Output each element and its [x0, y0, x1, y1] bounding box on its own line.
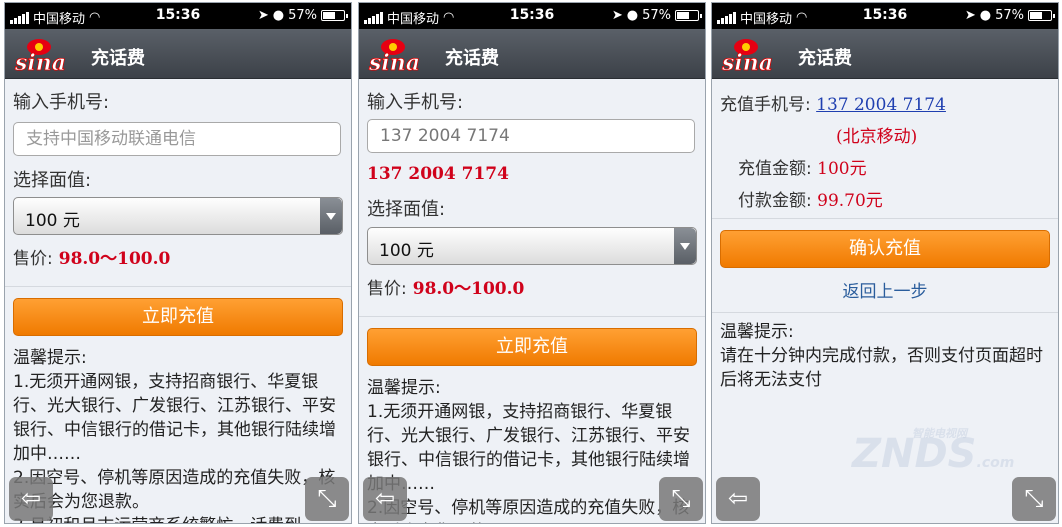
amount-row: 充值金额: 100元 — [738, 154, 867, 179]
carrier-value: (北京移动) — [836, 127, 918, 147]
page-title: 充话费 — [445, 48, 499, 69]
amount-selected-value: 100 元 — [25, 211, 80, 231]
price-label: 售价: — [367, 279, 407, 299]
phone-input[interactable]: 137 2004 7174 — [367, 119, 695, 153]
svg-text:sina: sina — [368, 50, 420, 75]
price-value: 98.0～100.0 — [58, 249, 171, 269]
amount-selected-value: 100 元 — [379, 241, 434, 261]
price-row: 售价: 98.0～100.0 — [13, 244, 170, 269]
arrow-left-icon: ⇦ — [374, 484, 396, 512]
tips-section: 温馨提示: 请在十分钟内完成付款，否则支付页面超时后将无法支付 — [720, 320, 1054, 392]
battery-icon — [321, 10, 348, 21]
back-button[interactable]: ⇦ — [363, 477, 407, 521]
watermark-suffix: .com — [976, 455, 1015, 471]
sina-logo: sina — [721, 39, 773, 75]
tip-item: 2.因空号、停机等原因造成的充值失败，核实后会为您退款。 — [367, 498, 689, 523]
recharge-button[interactable]: 立即充值 — [367, 328, 697, 366]
tip-item: 1.无须开通网银，支持招商银行、华夏银行、光大银行、广发银行、江苏银行、平安银行… — [13, 372, 336, 464]
app-header: sina 充话费 — [712, 29, 1058, 79]
divider — [359, 316, 705, 317]
tips-section: 温馨提示: 1.无须开通网银，支持招商银行、华夏银行、光大银行、广发银行、江苏银… — [367, 376, 703, 523]
pay-label: 付款金额: — [738, 191, 812, 211]
fullscreen-button[interactable]: ⤡ — [305, 477, 349, 521]
divider — [712, 218, 1058, 219]
tip-item: 3.月初和月末运营商系统繁忙，话费到 — [13, 514, 349, 523]
battery-percent: 57% — [995, 8, 1024, 23]
tip-item: 1.无须开通网银，支持招商银行、华夏银行、光大银行、广发银行、江苏银行、平安银行… — [367, 402, 690, 494]
amount-value: 100元 — [817, 159, 867, 179]
phone-label: 输入手机号: — [13, 92, 110, 113]
arrow-left-icon: ⇦ — [20, 484, 42, 512]
battery-percent: 57% — [642, 8, 671, 23]
recharge-button[interactable]: 立即充值 — [13, 298, 343, 336]
status-bar: 中国移动 ◠ 15:36 ➤ ● 57% — [5, 3, 351, 29]
amount-label: 选择面值: — [13, 170, 92, 191]
divider — [5, 286, 351, 287]
phone-link[interactable]: 137 2004 7174 — [816, 95, 946, 115]
znds-watermark: 智能电视网 ZNDS.com — [852, 427, 1015, 477]
battery-icon — [675, 10, 702, 21]
phone-label: 充值手机号: — [720, 95, 811, 115]
arrow-left-icon: ⇦ — [727, 484, 749, 512]
phone-screen-3: 中国移动 ◠ 15:36 ➤ ● 57% sina 充话费 充值手机号: 137… — [711, 2, 1059, 524]
tips-title: 温馨提示: — [13, 348, 87, 368]
svg-text:sina: sina — [14, 50, 66, 75]
alarm-icon: ● — [979, 8, 992, 23]
collapse-icon: ⤡ — [317, 484, 337, 512]
battery-icon — [1028, 10, 1055, 21]
back-button[interactable]: ⇦ — [716, 477, 760, 521]
amount-label: 选择面值: — [367, 199, 446, 220]
price-row: 售价: 98.0～100.0 — [367, 274, 524, 299]
chevron-down-icon — [674, 228, 696, 264]
amount-select[interactable]: 100 元 — [367, 227, 697, 265]
fullscreen-button[interactable]: ⤡ — [659, 477, 703, 521]
location-icon: ➤ — [611, 8, 623, 23]
back-step-link[interactable]: 返回上一步 — [712, 277, 1058, 302]
tips-title: 温馨提示: — [720, 322, 794, 342]
collapse-icon: ⤡ — [671, 484, 691, 512]
phone-label: 输入手机号: — [367, 92, 464, 113]
phone-confirm-text: 137 2004 7174 — [367, 164, 509, 184]
sina-logo: sina — [14, 39, 66, 75]
status-bar: 中国移动 ◠ 15:36 ➤ ● 57% — [712, 3, 1058, 29]
status-bar: 中国移动 ◠ 15:36 ➤ ● 57% — [359, 3, 705, 29]
amount-select[interactable]: 100 元 — [13, 197, 343, 235]
tip-item: 2.因空号、停机等原因造成的充值失败，核实后会为您退款。 — [13, 468, 336, 512]
pay-value: 99.70元 — [817, 191, 883, 211]
divider — [712, 312, 1058, 313]
confirm-recharge-button[interactable]: 确认充值 — [720, 230, 1050, 268]
phone-input[interactable]: 支持中国移动联通电信 — [13, 122, 341, 156]
pay-row: 付款金额: 99.70元 — [738, 186, 883, 211]
app-header: sina 充话费 — [359, 29, 705, 79]
fullscreen-button[interactable]: ⤡ — [1012, 477, 1056, 521]
tips-title: 温馨提示: — [367, 378, 441, 398]
page-title: 充话费 — [91, 48, 145, 69]
phone-screen-1: 中国移动 ◠ 15:36 ➤ ● 57% sina 充话费 输入手机号: 支持中… — [4, 2, 352, 524]
phone-row: 充值手机号: 137 2004 7174 — [720, 90, 946, 115]
sina-logo: sina — [368, 39, 420, 75]
price-value: 98.0～100.0 — [412, 279, 525, 299]
amount-label: 充值金额: — [738, 159, 812, 179]
alarm-icon: ● — [272, 8, 285, 23]
watermark-sub: 智能电视网 — [912, 427, 967, 440]
battery-percent: 57% — [288, 8, 317, 23]
app-header: sina 充话费 — [5, 29, 351, 79]
collapse-icon: ⤡ — [1024, 484, 1044, 512]
svg-text:sina: sina — [721, 50, 773, 75]
tips-section: 温馨提示: 1.无须开通网银，支持招商银行、华夏银行、光大银行、广发银行、江苏银… — [13, 346, 349, 523]
tip-item: 请在十分钟内完成付款，否则支付页面超时后将无法支付 — [720, 346, 1043, 390]
phone-screen-2: 中国移动 ◠ 15:36 ➤ ● 57% sina 充话费 输入手机号: 137… — [358, 2, 706, 524]
chevron-down-icon — [320, 198, 342, 234]
page-title: 充话费 — [798, 48, 852, 69]
price-label: 售价: — [13, 249, 53, 269]
location-icon: ➤ — [964, 8, 976, 23]
location-icon: ➤ — [257, 8, 269, 23]
alarm-icon: ● — [626, 8, 639, 23]
back-button[interactable]: ⇦ — [9, 477, 53, 521]
